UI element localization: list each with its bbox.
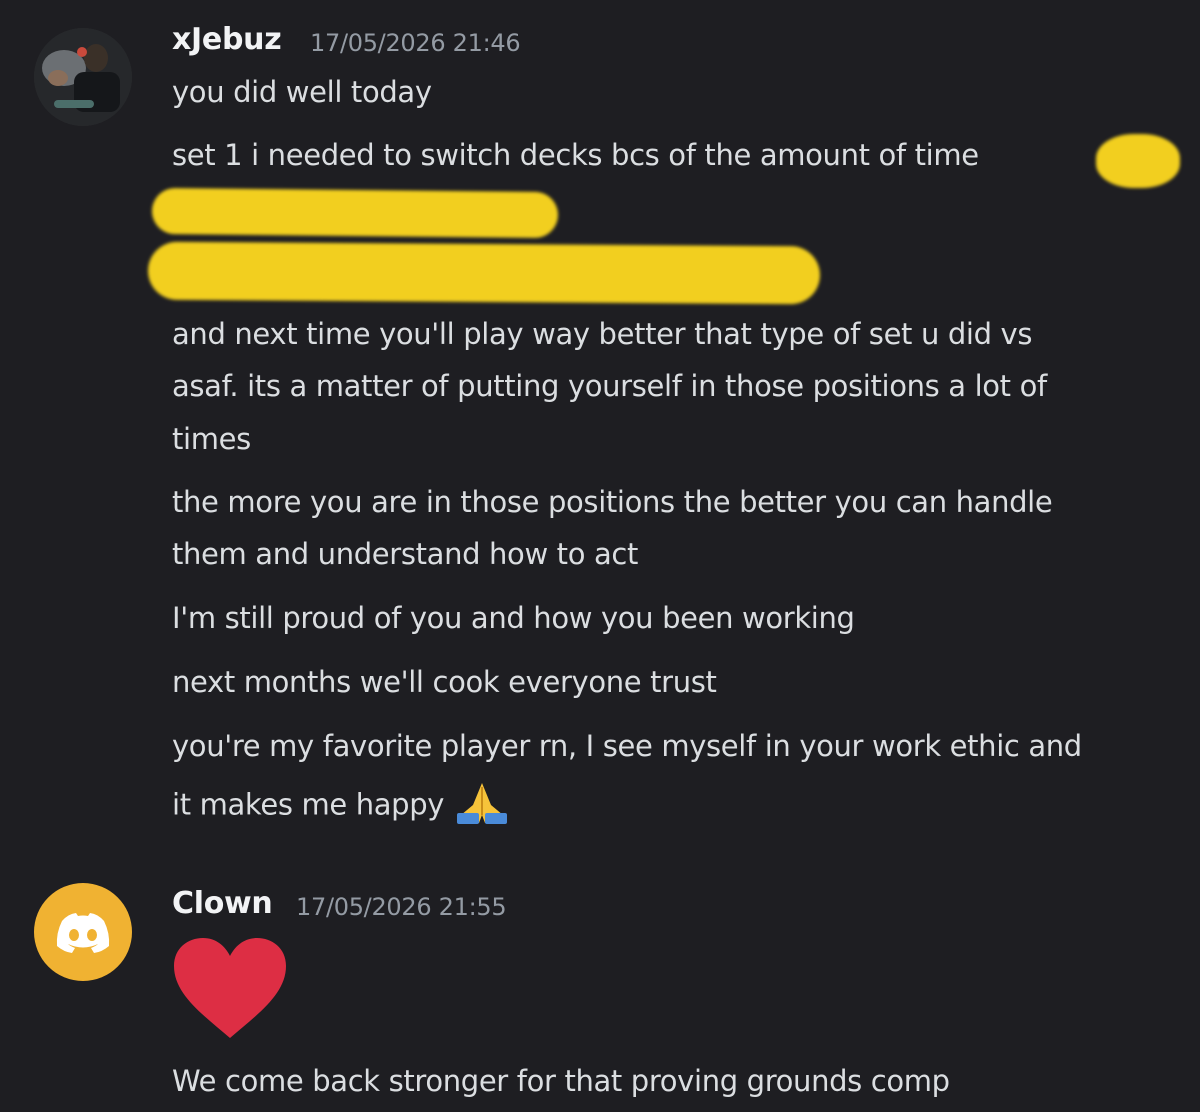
redaction-scribble xyxy=(151,187,559,239)
red-heart-icon xyxy=(172,936,288,1044)
message-line: the more you are in those positions the … xyxy=(172,485,1053,519)
message-line: set 1 i needed to switch decks bcs of th… xyxy=(172,138,979,172)
redaction-scribble xyxy=(1096,134,1180,188)
message-line: times xyxy=(172,422,251,456)
message-line: you're my favorite player rn, I see myse… xyxy=(172,729,1082,763)
avatar[interactable] xyxy=(34,883,132,981)
message-line-with-emoji: it makes me happy xyxy=(172,781,511,832)
folded-hands-icon xyxy=(453,781,511,832)
user-photo-avatar-icon xyxy=(34,28,132,126)
redaction-scribble xyxy=(147,241,821,305)
chat-log: xJebuz 17/05/2026 21:46 you did well tod… xyxy=(0,0,1200,1112)
message-line: and next time you'll play way better tha… xyxy=(172,317,1033,351)
message-line: you did well today xyxy=(172,75,432,109)
message-line: asaf. its a matter of putting yourself i… xyxy=(172,369,1047,403)
username[interactable]: Clown xyxy=(172,886,273,921)
message-line: next months we'll cook everyone trust xyxy=(172,665,717,699)
timestamp[interactable]: 17/05/2026 21:55 xyxy=(296,893,507,921)
message-text: it makes me happy xyxy=(172,787,445,822)
timestamp[interactable]: 17/05/2026 21:46 xyxy=(310,29,521,57)
discord-logo-icon xyxy=(56,913,110,953)
message-line: I'm still proud of you and how you been … xyxy=(172,601,855,635)
message-line: We come back stronger for that proving g… xyxy=(172,1064,950,1098)
avatar[interactable] xyxy=(34,28,132,126)
username[interactable]: xJebuz xyxy=(172,22,282,57)
message-line: them and understand how to act xyxy=(172,537,639,571)
